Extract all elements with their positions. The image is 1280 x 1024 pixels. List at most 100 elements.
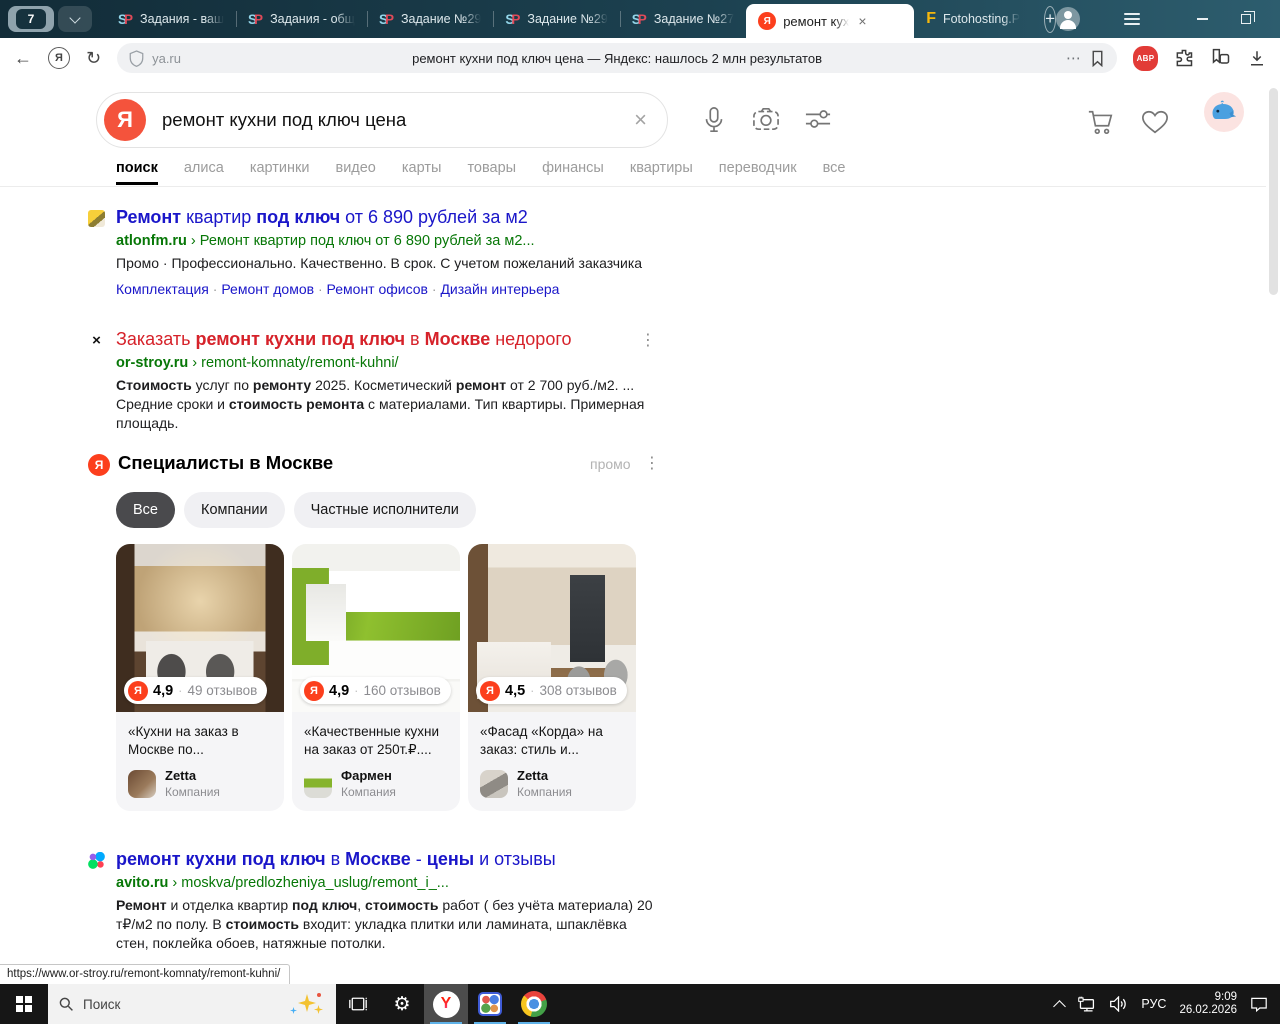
card-info: «Фасад «Корда» на заказ: стиль и... Zetta… [468,712,636,811]
browser-tab-bar: 7 S P Задания - ваш S P Задания - общ S P Задани… [0,0,1280,38]
browser-tab-6[interactable]: F Fotohosting.P [914,0,1032,38]
gear-icon: ⚙ [393,993,411,1015]
start-button[interactable] [0,984,48,1024]
back-button[interactable]: ← [14,49,32,67]
address-bar[interactable]: ya.ru ремонт кухни под ключ цена — Яндек… [117,43,1117,73]
serp-tab-3[interactable]: видео [335,160,375,176]
restore-button[interactable] [1224,0,1268,38]
tab-title: Задания - общ [270,12,355,26]
specialist-cards: Я 4,9 · 49 отзывов «Кухни на заказ в Москве … [116,544,636,811]
volume-icon[interactable] [1109,996,1128,1012]
tab-title: ремонт кух [783,13,850,29]
specialist-card[interactable]: Я 4,9 · 49 отзывов «Кухни на заказ в Москве … [116,544,284,811]
tray-expand-icon[interactable] [1053,999,1067,1013]
result-url[interactable]: atlonfm.ru › Ремонт квартир под ключ от … [116,233,660,249]
search-input[interactable]: ремонт кухни под ключ цена [162,109,634,131]
chrome-taskbar-icon[interactable] [512,984,556,1024]
network-icon[interactable] [1077,996,1096,1012]
specialist-card[interactable]: Я 4,5 · 308 отзывов «Фасад «Корда» на заказ:… [468,544,636,811]
result-title-link[interactable]: Заказать ремонт кухни под ключ в Москве … [116,328,660,351]
tab-close-icon[interactable]: × [858,13,866,29]
color-grid-app-taskbar-icon[interactable] [468,984,512,1024]
search-result: Ремонт квартир под ключ от 6 890 рублей … [88,206,660,297]
menu-icon[interactable] [1124,13,1141,25]
kitchen-photo: Я 4,9 · 49 отзывов [116,544,284,712]
card-title: «Качественные кухни на заказ от 250т.₽..… [304,724,440,757]
refresh-button[interactable]: ↻ [86,49,101,67]
windows-taskbar: Поиск ⚙ Y РУС 9:09 26.02.2026 [0,984,1280,1024]
search-settings-icon[interactable] [804,106,832,132]
clear-search-icon[interactable]: × [634,107,647,133]
tab-title: Задание №29 [527,12,608,26]
taskbar-search-box[interactable]: Поиск [48,984,336,1024]
result-title-link[interactable]: ремонт кухни под ключ в Москве - цены и … [116,848,660,871]
result-body: Заказать ремонт кухни под ключ в Москве … [116,328,660,433]
tab-group-control[interactable]: 7 [8,6,92,32]
browser-tab-5[interactable]: Яремонт кух × [746,4,915,38]
user-avatar[interactable] [1204,92,1244,132]
result-url[interactable]: or-stroy.ru › remont-komnaty/remont-kuhn… [116,355,660,371]
scrollbar-thumb[interactable] [1269,88,1278,295]
browser-tab-2[interactable]: S P Задание №29 [366,0,493,38]
yandex-home-button[interactable]: Я [48,47,70,69]
company-type: Компания [517,785,572,799]
specialist-card[interactable]: Я 4,9 · 160 отзывов «Качественные кухни на з… [292,544,460,811]
favorites-heart-icon[interactable] [1140,108,1170,136]
image-search-camera-icon[interactable] [752,106,780,132]
collections-icon[interactable] [1210,48,1232,68]
profile-avatar-icon[interactable] [1056,7,1081,31]
company-logo [304,769,332,798]
rating-value: 4,5 [505,682,526,699]
sitelink[interactable]: Комплектация [116,281,209,297]
result-title-link[interactable]: Ремонт квартир под ключ от 6 890 рублей … [116,206,660,229]
browser-tab-1[interactable]: S P Задания - общ [236,0,367,38]
bookmark-icon[interactable] [1090,50,1105,67]
serp-tab-8[interactable]: переводчик [719,160,797,176]
voice-search-icon[interactable] [702,106,726,134]
minimize-button[interactable] [1180,0,1224,38]
serp-tab-7[interactable]: квартиры [630,160,693,176]
serp-tab-2[interactable]: картинки [250,160,310,176]
browser-tab-4[interactable]: S P Задание №27 [619,0,746,38]
promo-label: промо [590,456,631,472]
downloads-icon[interactable] [1248,49,1266,67]
serp-tab-1[interactable]: алиса [184,160,224,176]
notification-center-icon[interactable] [1250,996,1268,1012]
tab-count: 7 [16,9,46,29]
serp-tab-4[interactable]: карты [402,160,442,176]
filter-chip-0[interactable]: Все [116,492,175,528]
search-box[interactable]: Я ремонт кухни под ключ цена × [96,92,668,148]
serp-tab-6[interactable]: финансы [542,160,604,176]
sitelink[interactable]: Ремонт домов [221,281,314,297]
card-info: «Качественные кухни на заказ от 250т.₽..… [292,712,460,811]
browser-tab-0[interactable]: S P Задания - ваш [106,0,236,38]
sitelink[interactable]: Дизайн интерьера [440,281,559,297]
kebab-menu-icon[interactable]: ⋮ [644,453,660,473]
sp-icon: SP [118,11,134,27]
sitelink[interactable]: Ремонт офисов [327,281,428,297]
browser-tab-3[interactable]: S P Задание №29 [493,0,619,38]
filter-chip-1[interactable]: Компании [184,492,285,528]
address-more-icon[interactable]: ⋯ [1066,49,1082,67]
kebab-menu-icon[interactable]: ⋮ [640,330,656,350]
language-indicator[interactable]: РУС [1141,997,1166,1011]
yandex-browser-taskbar-icon[interactable]: Y [424,984,468,1024]
result-url[interactable]: avito.ru › moskva/predlozheniya_uslug/re… [116,875,660,891]
task-view-button[interactable] [336,984,380,1024]
extensions-puzzle-icon[interactable] [1174,48,1194,68]
sp-icon: SP [631,11,647,27]
close-window-button[interactable]: × [1268,0,1280,38]
serp-tab-5[interactable]: товары [467,160,516,176]
page-title: ремонт кухни под ключ цена — Яндекс: наш… [412,50,822,66]
cart-icon[interactable] [1086,108,1116,136]
settings-button[interactable]: ⚙ [380,984,424,1024]
adblock-extension-icon[interactable]: ABP [1133,45,1158,71]
serp-tab-0[interactable]: поиск [116,160,158,185]
tab-group-chevron-icon[interactable] [58,6,92,32]
search-result: × ⋮ Заказать ремонт кухни под ключ в Москв… [88,328,660,433]
new-tab-button[interactable]: + [1044,5,1057,33]
serp-tab-9[interactable]: все [823,160,846,176]
taskbar-clock[interactable]: 9:09 26.02.2026 [1179,991,1237,1018]
filter-chip-2[interactable]: Частные исполнители [293,492,476,528]
tab-group-badge[interactable]: 7 [8,6,54,32]
